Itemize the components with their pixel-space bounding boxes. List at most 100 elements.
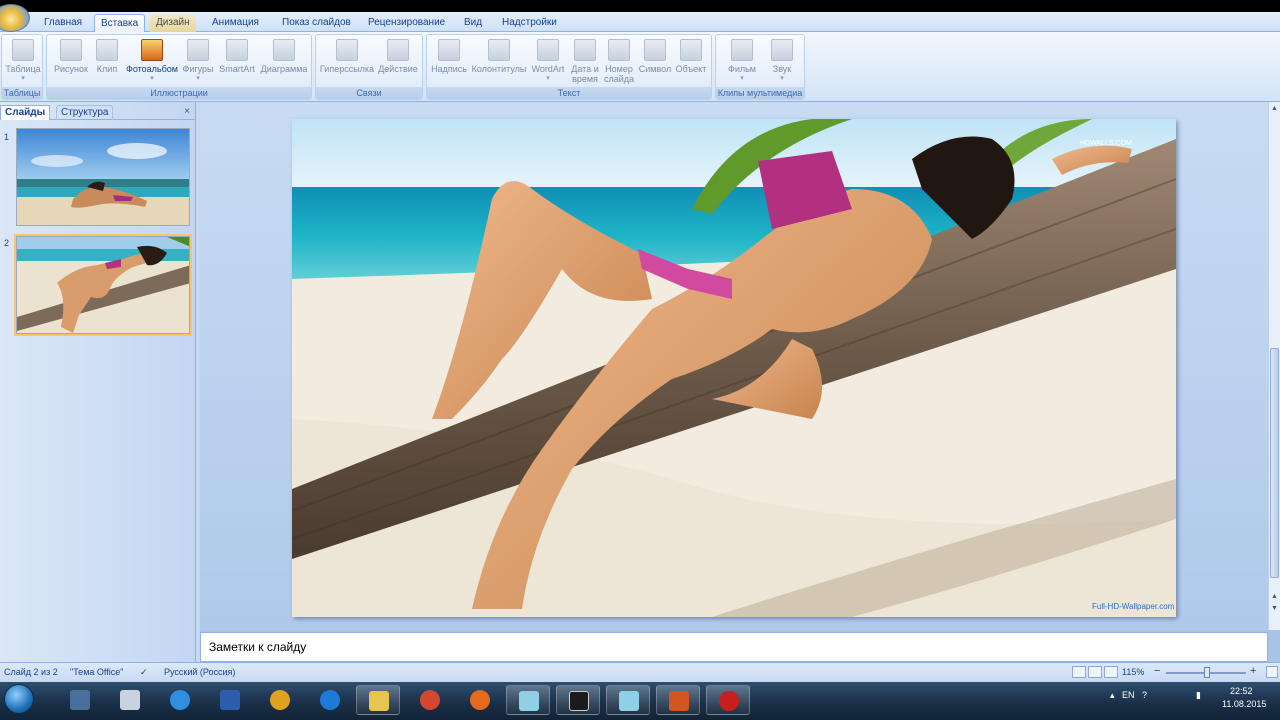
wordart-button[interactable]: WordArt ▾ — [529, 37, 567, 87]
language[interactable]: Русский (Россия) — [164, 667, 235, 677]
tab-slideshow[interactable]: Показ слайдов — [276, 14, 357, 32]
taskbar-app-2[interactable] — [108, 685, 152, 715]
shapes-button-label: Фигуры — [182, 64, 214, 74]
tab-view[interactable]: Вид — [458, 14, 488, 32]
chevron-down-icon: ▾ — [196, 75, 200, 82]
zoom-in-button[interactable]: + — [1250, 665, 1256, 677]
taskbar-explorer[interactable] — [356, 685, 400, 715]
next-slide-icon[interactable]: ▼ — [1270, 604, 1279, 614]
watermark-bottom: Full-HD-Wallpaper.com — [1092, 602, 1175, 611]
slideshow-view-button[interactable] — [1104, 666, 1118, 678]
taskbar-ccleaner[interactable] — [408, 685, 452, 715]
tab-insert[interactable]: Вставка — [94, 14, 146, 33]
wordart-button-label: WordArt — [531, 64, 565, 74]
tab-animation[interactable]: Анимация — [206, 14, 265, 32]
group-label-media: Клипы мультимедиа — [716, 87, 804, 99]
smartart-button[interactable]: SmartArt — [217, 37, 257, 87]
chart-button[interactable]: Диаграмма — [259, 37, 309, 87]
chart-button-label: Диаграмма — [260, 64, 308, 74]
action-icon — [387, 39, 409, 61]
action-button-label: Действие — [378, 64, 418, 74]
taskbar-app-5[interactable] — [258, 685, 302, 715]
picture-button-label: Рисунок — [54, 64, 88, 74]
pane-tabs: Слайды Структура × — [0, 104, 196, 120]
tab-outline[interactable]: Структура — [56, 105, 114, 120]
slide-thumbnail-2[interactable] — [14, 234, 192, 336]
action-button[interactable]: Действие — [376, 37, 420, 87]
clip-icon — [96, 39, 118, 61]
taskbar-video[interactable] — [556, 685, 600, 715]
sorter-view-button[interactable] — [1088, 666, 1102, 678]
taskbar-word[interactable] — [208, 685, 252, 715]
hyperlink-button[interactable]: Гиперссылка — [318, 37, 376, 87]
tab-home[interactable]: Главная — [38, 14, 88, 32]
taskbar-recorder[interactable] — [706, 685, 750, 715]
tab-review[interactable]: Рецензирование — [362, 14, 451, 32]
input-language[interactable]: EN — [1122, 690, 1135, 700]
sound-button[interactable]: Звук ▾ — [762, 37, 802, 87]
start-button[interactable] — [4, 684, 34, 714]
taskbar-powerpoint[interactable] — [656, 685, 700, 715]
smartart-icon — [226, 39, 248, 61]
fit-window-button[interactable] — [1266, 666, 1278, 678]
network-icon[interactable]: ▮ — [1196, 690, 1201, 701]
tab-design[interactable]: Дизайн — [150, 14, 196, 32]
powerpoint-icon — [669, 691, 689, 711]
chart-icon — [273, 39, 295, 61]
picture-button[interactable]: Рисунок — [51, 37, 91, 87]
slide-number-button[interactable]: Номер слайда — [603, 37, 635, 87]
slide-1-preview — [17, 129, 189, 225]
shapes-icon — [187, 39, 209, 61]
office-button[interactable] — [0, 4, 30, 32]
taskbar-app-1[interactable] — [58, 685, 102, 715]
taskbar-app-10[interactable] — [506, 685, 550, 715]
taskbar-app-6[interactable] — [308, 685, 352, 715]
current-slide[interactable]: HDWALLS.COM Full-HD-Wallpaper.com — [292, 119, 1176, 617]
zoom-slider-handle[interactable] — [1204, 667, 1210, 678]
watermark-top: HDWALLS.COM — [1080, 140, 1132, 147]
main-area: Слайды Структура × 1 2 HDWALLS.COM Full-… — [0, 102, 1280, 662]
tray-arrow-icon[interactable]: ▴ — [1110, 690, 1115, 701]
zoom-level[interactable]: 115% — [1122, 667, 1144, 677]
clip-button[interactable]: Клип — [93, 37, 121, 87]
close-icon[interactable]: × — [184, 106, 190, 117]
chevron-down-icon: ▾ — [150, 75, 154, 82]
clock-time[interactable]: 22:52 — [1230, 686, 1253, 696]
header-footer-button[interactable]: Колонтитулы — [471, 37, 527, 87]
clock-date[interactable]: 11.08.2015 — [1222, 699, 1266, 709]
prev-slide-icon[interactable]: ▲ — [1270, 592, 1279, 602]
shapes-button[interactable]: Фигуры ▾ — [181, 37, 215, 87]
slide-thumbnail-1[interactable] — [16, 128, 190, 226]
window-top-strip — [0, 0, 1280, 12]
notes-pane[interactable]: Заметки к слайду — [200, 632, 1268, 662]
zoom-out-button[interactable]: − — [1154, 665, 1160, 677]
spellcheck-icon[interactable]: ✓ — [140, 667, 148, 678]
textbox-button[interactable]: Надпись — [429, 37, 469, 87]
window-icon — [519, 691, 539, 711]
symbol-button[interactable]: Символ — [637, 37, 673, 87]
tab-addins[interactable]: Надстройки — [496, 14, 563, 32]
object-button[interactable]: Объект — [673, 37, 709, 87]
table-button[interactable]: Таблица ▾ — [4, 37, 42, 87]
taskbar-app-12[interactable] — [606, 685, 650, 715]
date-time-button[interactable]: Дата и время — [569, 37, 601, 87]
help-icon[interactable]: ? — [1142, 690, 1147, 700]
scroll-up-icon[interactable]: ▲ — [1270, 104, 1279, 114]
taskbar-ie[interactable] — [158, 685, 202, 715]
scroll-thumb[interactable] — [1270, 348, 1279, 578]
slides-pane: Слайды Структура × 1 2 — [0, 102, 196, 662]
tab-slides[interactable]: Слайды — [0, 105, 51, 120]
slide-counter: Слайд 2 из 2 — [4, 667, 58, 677]
theme-name[interactable]: "Тема Office" — [70, 667, 123, 677]
movie-button[interactable]: Фильм ▾ — [722, 37, 762, 87]
date-time-button-label: Дата и время — [571, 64, 599, 84]
slide-number-2: 2 — [4, 238, 10, 248]
normal-view-button[interactable] — [1072, 666, 1086, 678]
photo-album-button[interactable]: Фотоальбом ▾ — [123, 37, 181, 87]
group-tables: Таблица ▾ Таблицы — [1, 34, 43, 100]
symbol-button-label: Символ — [638, 64, 672, 74]
vertical-scrollbar[interactable]: ▲ ▲ ▼ — [1268, 102, 1280, 630]
group-label-tables: Таблицы — [2, 87, 42, 99]
omega-icon — [644, 39, 666, 61]
taskbar-firefox[interactable] — [458, 685, 502, 715]
